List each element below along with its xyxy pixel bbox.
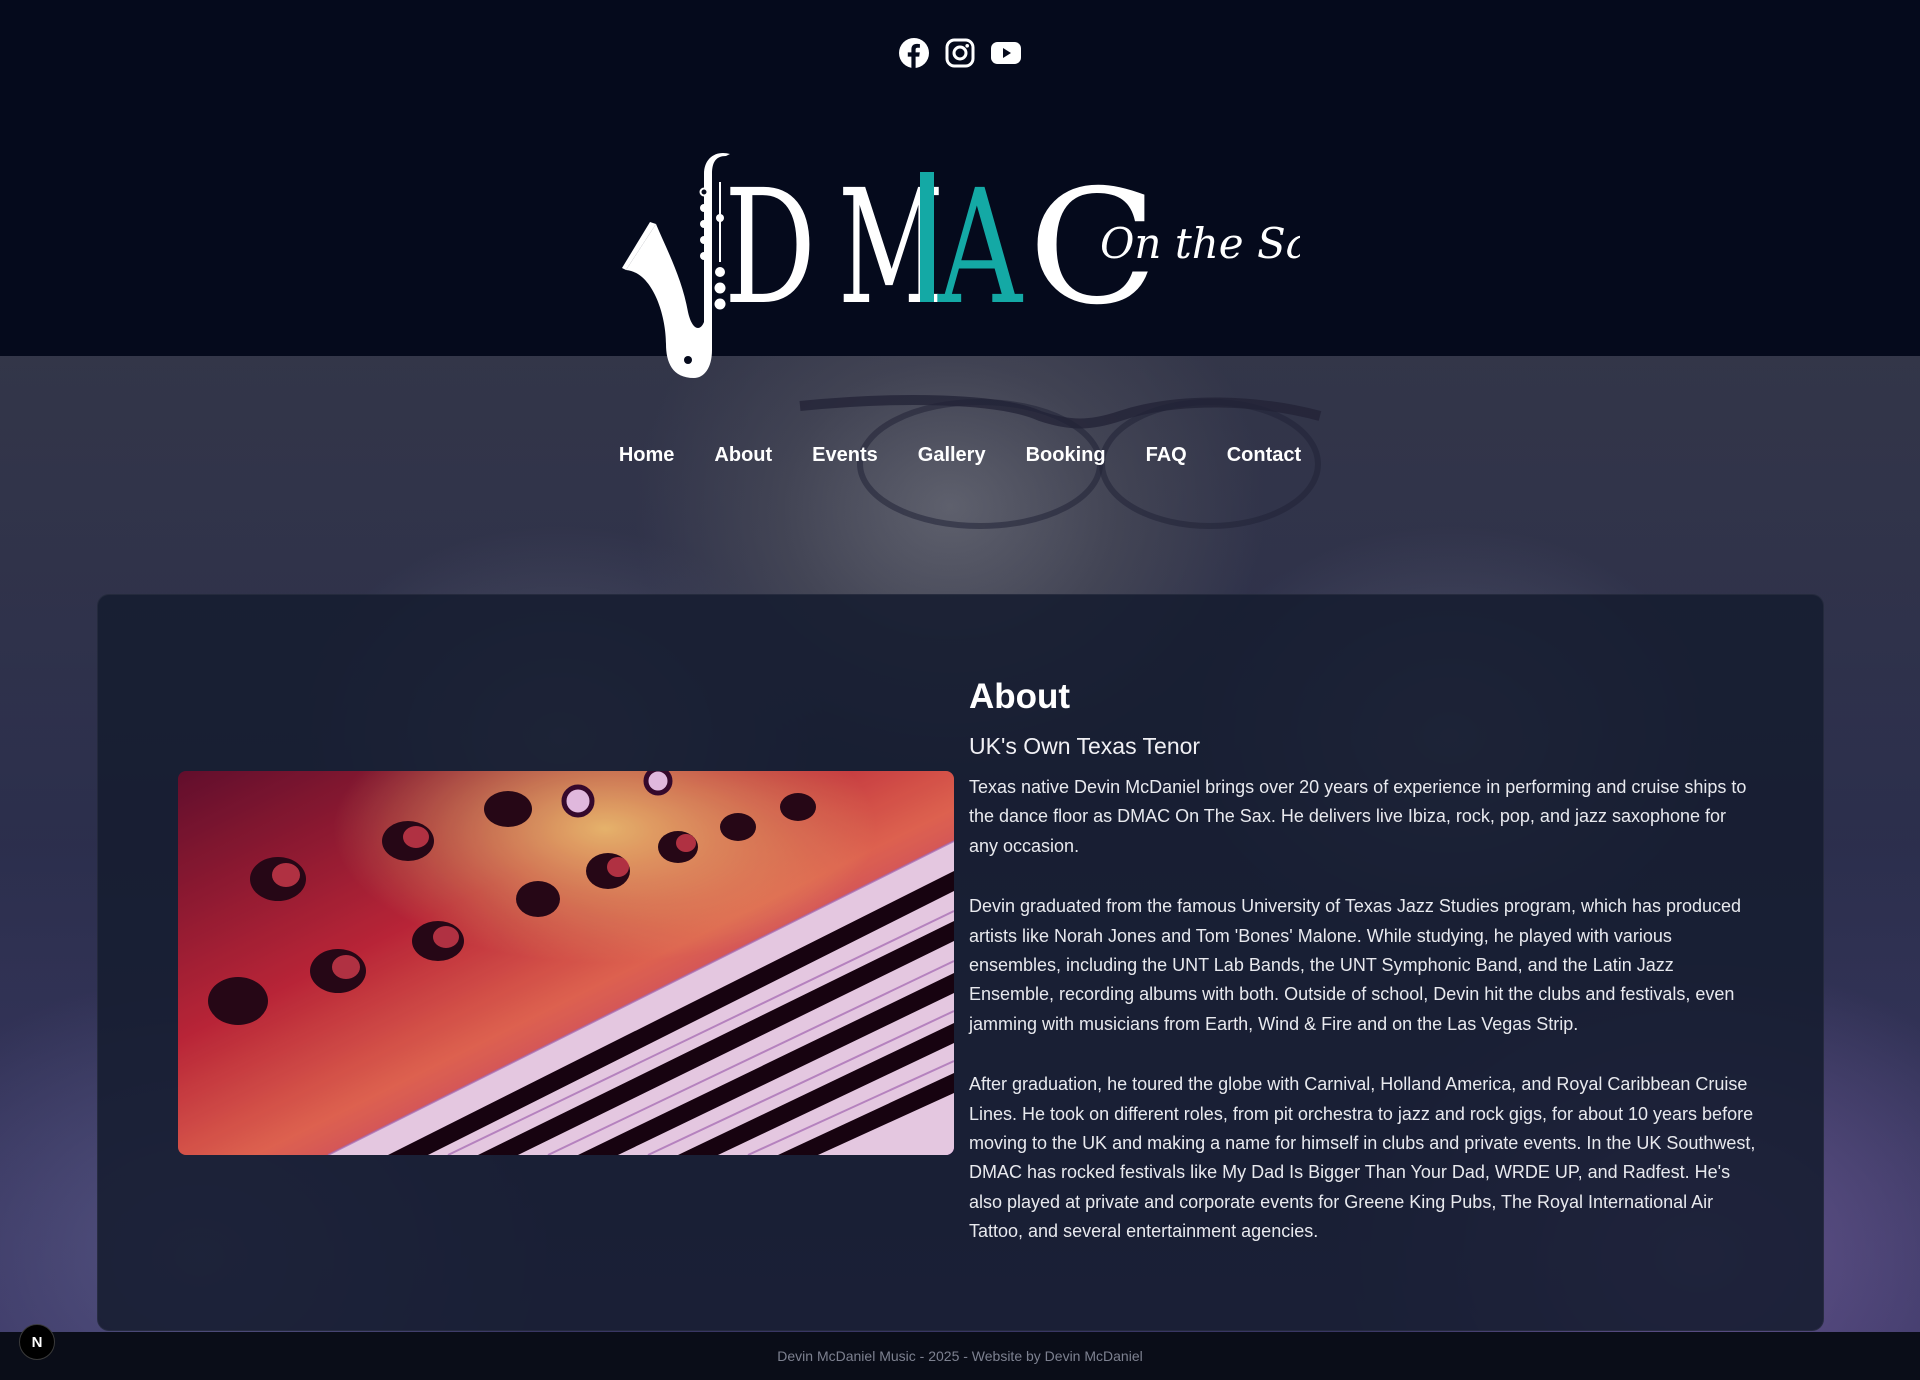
- youtube-icon: [991, 42, 1021, 64]
- logo-tagline: On the Sax: [1100, 219, 1300, 268]
- dmac-logo[interactable]: D M A C On the Sax: [620, 152, 1300, 380]
- nav-item-home[interactable]: Home: [619, 444, 675, 467]
- nav-item-faq[interactable]: FAQ: [1146, 444, 1187, 467]
- instagram-link[interactable]: [943, 36, 977, 70]
- logo-letter-a: A: [937, 156, 1023, 340]
- about-card: About UK's Own Texas Tenor Texas native …: [97, 594, 1824, 1331]
- logo-letter-d: D: [724, 156, 816, 340]
- social-links: [0, 36, 1920, 70]
- footer-text: Devin McDaniel Music - 2025 - Website by…: [777, 1348, 1143, 1364]
- dev-tools-badge[interactable]: N: [19, 1324, 55, 1360]
- main-nav: Home About Events Gallery Booking FAQ Co…: [0, 444, 1920, 467]
- synthesizer-photo: [178, 771, 954, 1155]
- site-header: D M A C On the Sax: [0, 0, 1920, 378]
- about-heading: About: [969, 677, 1071, 716]
- nav-item-about[interactable]: About: [714, 444, 772, 467]
- saxophone-icon: [622, 152, 730, 378]
- site-footer: Devin McDaniel Music - 2025 - Website by…: [0, 1332, 1920, 1380]
- nav-item-booking[interactable]: Booking: [1026, 444, 1106, 467]
- about-paragraph: Texas native Devin McDaniel brings over …: [969, 777, 1747, 856]
- about-paragraph: After graduation, he toured the globe wi…: [969, 1074, 1756, 1242]
- nav-item-gallery[interactable]: Gallery: [918, 444, 986, 467]
- about-subheading: UK's Own Texas Tenor: [969, 733, 1201, 759]
- facebook-icon: [899, 38, 929, 68]
- about-text-block: About UK's Own Texas Tenor Texas native …: [969, 675, 1759, 1278]
- nav-item-contact[interactable]: Contact: [1227, 444, 1301, 467]
- instagram-icon: [945, 38, 975, 68]
- youtube-link[interactable]: [989, 36, 1023, 70]
- facebook-link[interactable]: [897, 36, 931, 70]
- about-paragraph: Devin graduated from the famous Universi…: [969, 896, 1742, 1034]
- nav-item-events[interactable]: Events: [812, 444, 878, 467]
